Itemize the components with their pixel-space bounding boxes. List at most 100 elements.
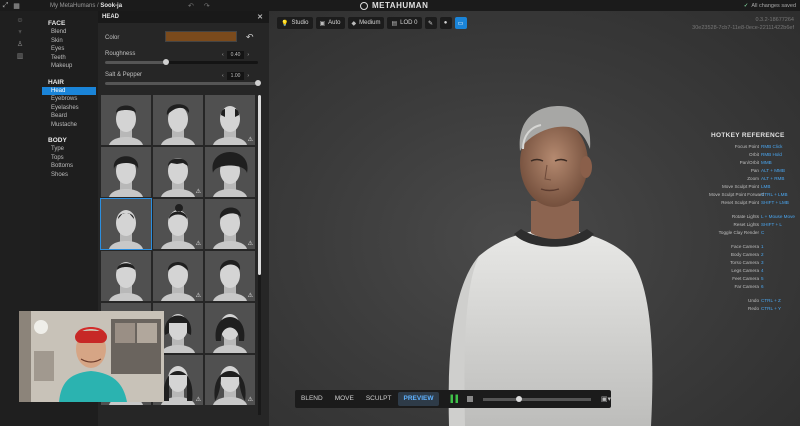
hairstyle-tile[interactable]: ⚠	[153, 147, 203, 197]
hairstyle-tile[interactable]	[205, 147, 255, 197]
hotkey-row: Far Camera 6	[709, 283, 799, 291]
undo-redo-buttons[interactable]: ↶ ↷	[188, 2, 214, 10]
grid-icon[interactable]: ▦	[11, 0, 22, 11]
roughness-value[interactable]: 0.40	[226, 51, 245, 59]
panel-scrollbar[interactable]	[258, 95, 261, 415]
warning-icon: ⚠	[247, 137, 253, 143]
hotkey-row: Torso Camera 3	[709, 259, 799, 267]
roughness-slider[interactable]	[105, 59, 258, 65]
breadcrumb-parent[interactable]: My MetaHumans /	[50, 3, 99, 9]
mode-sculpt[interactable]: SCULPT	[360, 392, 398, 406]
increment-icon[interactable]: ›	[247, 52, 249, 58]
hotkey-key: CTRL + Y	[761, 306, 782, 311]
camera-button[interactable]: ▣ Auto	[315, 17, 345, 29]
scrollbar-thumb[interactable]	[258, 95, 261, 275]
nav-item-eyelashes[interactable]: Eyelashes	[40, 104, 98, 113]
clay-button[interactable]: ●	[439, 17, 452, 29]
hotkey-action: Body Camera	[730, 252, 759, 257]
character-render[interactable]	[419, 91, 669, 426]
roughness-handle[interactable]	[163, 59, 170, 65]
quality-label: Medium	[359, 20, 381, 26]
hotkey-key: 6	[761, 284, 764, 289]
hotkey-action: Pan	[750, 168, 759, 173]
hotkey-action: Pan/Orbit	[739, 160, 759, 165]
nav-item-skin[interactable]: Skin	[40, 37, 98, 46]
salt-pepper-slider[interactable]	[105, 80, 261, 86]
nav-item-bottoms[interactable]: Bottoms	[40, 162, 98, 171]
hotkey-key: LMB	[761, 184, 771, 189]
breadcrumb[interactable]: My MetaHumans / Sook-ja	[50, 3, 122, 9]
chart-icon[interactable]: ▥	[0, 51, 40, 63]
face-icon[interactable]: ☺	[0, 15, 40, 27]
3d-viewport[interactable]: 💡 Studio ▣ Auto ◆ Medium ▤ LOD 0 ✎ ● ▭ 0.3.2…	[269, 11, 800, 426]
nav-item-eyes[interactable]: Eyes	[40, 45, 98, 54]
hair-icon[interactable]: ♆	[0, 27, 40, 39]
nav-item-eyebrows[interactable]: Eyebrows	[40, 95, 98, 104]
hairstyle-tile[interactable]	[101, 147, 151, 197]
hairstyle-preview	[101, 147, 151, 197]
hotkey-action: Legs Camera	[731, 268, 759, 273]
nav-item-mustache[interactable]: Mustache	[40, 121, 98, 130]
hairstyle-tile[interactable]	[153, 95, 203, 145]
close-icon[interactable]: ✕	[257, 13, 263, 21]
mode-preview[interactable]: PREVIEW	[397, 392, 440, 406]
mode-bar: BLEND MOVE SCULPT PREVIEW ▌▌ ▣▾	[295, 390, 611, 408]
hairstyle-tile[interactable]: ⚠	[153, 251, 203, 301]
hairstyle-tile[interactable]: ⚠	[153, 199, 203, 249]
metahuman-logo-icon	[360, 1, 368, 10]
hotkey-key: 2	[761, 252, 764, 257]
play-icon[interactable]: ▌▌	[450, 396, 460, 403]
nav-item-makeup[interactable]: Makeup	[40, 62, 98, 71]
app-logo: METAHUMAN	[360, 0, 428, 11]
timeline-handle[interactable]	[515, 395, 522, 402]
salt-pepper-stepper[interactable]: ‹ 1.00 ›	[222, 72, 249, 80]
record-camera-icon[interactable]: ▣▾	[601, 395, 611, 403]
build-hash: 30e23528-7cb7-11e8-0ece-22111422b6ef	[692, 25, 794, 31]
quality-button[interactable]: ◆ Medium	[347, 17, 385, 29]
hotkey-key: CTRL + Z	[761, 298, 781, 303]
hotkey-action: Toggle Clay Render	[718, 230, 759, 235]
hotkey-reference: HOTKEY REFERENCE Focus Point RMB Click Orb…	[709, 132, 799, 313]
nav-item-tops[interactable]: Tops	[40, 154, 98, 163]
lighting-button[interactable]: 💡 Studio	[277, 17, 313, 29]
hotkey-row: Move Sculpt Point Forward CTRL + LMB	[709, 191, 799, 199]
decrement-icon[interactable]: ‹	[222, 73, 224, 79]
hotkey-row: Legs Camera 4	[709, 267, 799, 275]
hairstyle-tile[interactable]	[101, 251, 151, 301]
hairstyle-preview	[153, 95, 203, 145]
hairstyle-tile[interactable]	[100, 198, 152, 250]
wand-button[interactable]: ✎	[424, 17, 437, 29]
hairstyle-tile[interactable]	[101, 95, 151, 145]
mode-blend[interactable]: BLEND	[295, 392, 329, 406]
salt-pepper-handle[interactable]	[255, 80, 261, 86]
salt-pepper-value[interactable]: 1.00	[226, 72, 245, 80]
hairstyle-tile[interactable]: ⚠	[205, 355, 255, 405]
nav-item-type[interactable]: Type	[40, 145, 98, 154]
nav-item-shoes[interactable]: Shoes	[40, 171, 98, 180]
roughness-stepper[interactable]: ‹ 0.40 ›	[222, 51, 249, 59]
hairstyle-tile[interactable]: ⚠	[205, 199, 255, 249]
color-swatch[interactable]	[165, 31, 237, 42]
lod-button[interactable]: ▤ LOD 0	[387, 17, 422, 29]
webcam-feed	[19, 311, 164, 402]
nav-item-beard[interactable]: Beard	[40, 112, 98, 121]
hairstyle-tile[interactable]: ⚠	[205, 251, 255, 301]
hairstyle-preview	[205, 303, 255, 353]
hairstyle-tile[interactable]: ⚠	[205, 95, 255, 145]
reset-color-icon[interactable]: ↶	[246, 32, 254, 43]
hotkey-row: Redo CTRL + Y	[709, 305, 799, 313]
layout-button[interactable]: ▭	[454, 17, 467, 29]
nav-item-blend[interactable]: Blend	[40, 28, 98, 37]
hairstyle-tile[interactable]	[205, 303, 255, 353]
increment-icon[interactable]: ›	[247, 73, 249, 79]
animation-timeline[interactable]	[482, 395, 591, 402]
stop-icon[interactable]	[467, 396, 473, 402]
expand-icon[interactable]: ⤢	[0, 0, 11, 11]
nav-item-teeth[interactable]: Teeth	[40, 54, 98, 63]
hairstyle-preview	[101, 251, 151, 301]
warning-icon: ⚠	[195, 397, 201, 403]
decrement-icon[interactable]: ‹	[222, 52, 224, 58]
body-icon[interactable]: ♙	[0, 39, 40, 51]
nav-item-head[interactable]: Head	[42, 86, 96, 95]
mode-move[interactable]: MOVE	[329, 392, 360, 406]
